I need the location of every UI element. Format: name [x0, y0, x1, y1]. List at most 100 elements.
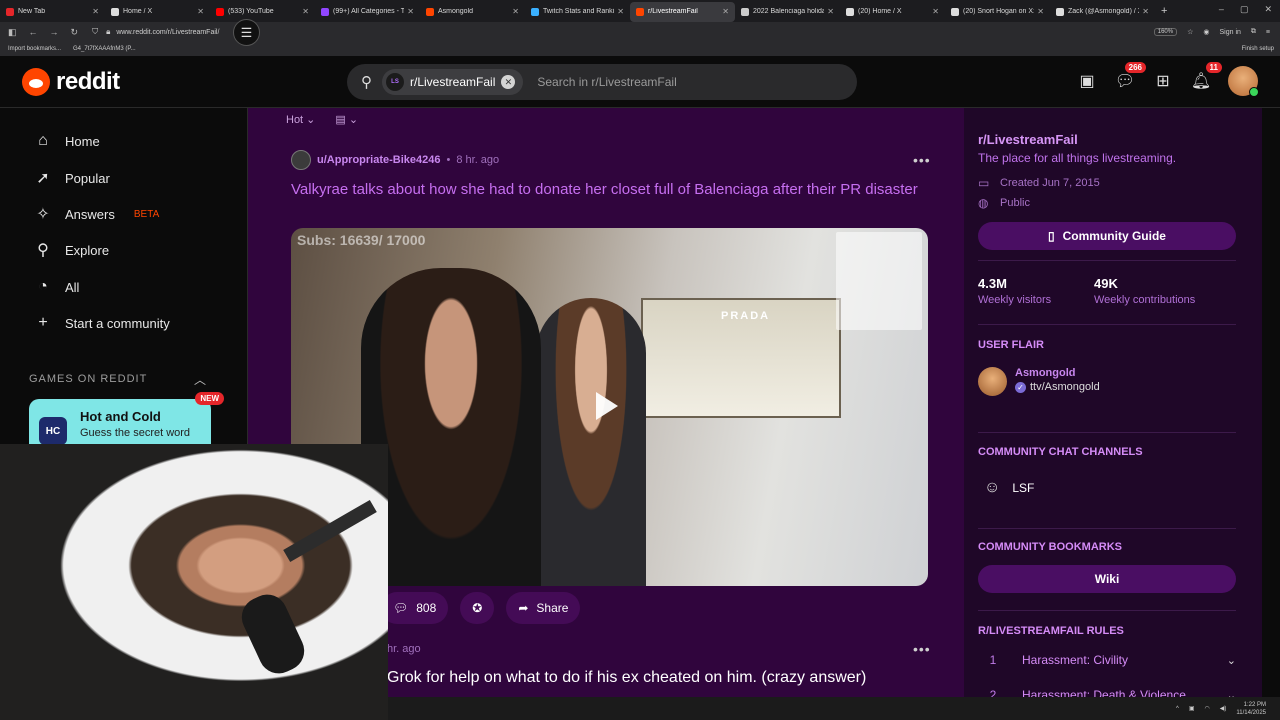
notification-badge: 11 [1205, 62, 1222, 73]
close-tab-icon[interactable]: ✕ [1142, 7, 1149, 16]
new-tab-button[interactable]: + [1161, 5, 1167, 17]
more-options-icon[interactable]: ••• [913, 152, 931, 168]
popular-icon: ➚ [36, 170, 50, 187]
browser-tab[interactable]: (99+) All Categories - Twitch✕ [315, 2, 420, 22]
chat-channel-item[interactable]: ☺ LSF [984, 479, 1034, 497]
back-icon[interactable]: ← [29, 27, 38, 38]
community-name[interactable]: r/LivestreamFail [978, 132, 1078, 147]
wiki-button[interactable]: Wiki [978, 565, 1236, 593]
user-avatar[interactable] [1228, 66, 1259, 97]
tab-favicon-icon [951, 7, 959, 16]
view-toggle-icon[interactable]: ▤ ⌄ [335, 113, 358, 126]
finish-setup-link[interactable]: Finish setup [1242, 46, 1274, 52]
forward-icon[interactable]: → [50, 27, 59, 38]
extensions-icon[interactable]: ⧉ [1251, 28, 1256, 36]
browser-tab[interactable]: (20) Snort Hogan on X: "W✕ [945, 2, 1050, 22]
award-button[interactable]: ✪ [460, 592, 495, 624]
browser-tab[interactable]: (533) YouTube ✕ [210, 2, 315, 22]
sort-dropdown[interactable]: Hot ⌄ [286, 113, 315, 126]
nav-item-home[interactable]: ⌂ Home [34, 132, 100, 150]
play-icon[interactable] [596, 392, 618, 420]
volume-icon[interactable]: ◀) [1220, 705, 1227, 712]
bookmark-item[interactable]: G4_7t7fXAAAfnM3 (P... [73, 46, 136, 52]
sub-goal-overlay: Subs: 16639/ 17000 [297, 232, 426, 248]
chevron-down-icon[interactable]: ⌄ [1227, 654, 1236, 667]
post-author[interactable]: u/Appropriate-Bike4246 [317, 154, 440, 166]
author-avatar[interactable] [291, 150, 311, 170]
home-icon: ⌂ [38, 132, 48, 149]
browser-tab[interactable]: Zack (@Asmongold) / X ✕ [1050, 2, 1155, 22]
nav-item-popular[interactable]: ➚ Popular [34, 169, 110, 187]
create-post-icon[interactable]: ⊞ [1152, 70, 1174, 92]
reload-icon[interactable]: ↻ [71, 27, 79, 38]
browser-tab[interactable]: 2022 Balenciaga holiday ad✕ [735, 2, 840, 22]
reddit-logo[interactable]: reddit [22, 68, 120, 96]
close-window-icon[interactable]: ✕ [1264, 4, 1272, 15]
search-community-chip[interactable]: LS r/LivestreamFail ✕ [382, 69, 524, 95]
tab-favicon-icon [426, 7, 434, 16]
shield-icon[interactable]: ⛉ [92, 27, 98, 37]
nav-item-all[interactable]: ◔ All [34, 278, 79, 296]
browser-tab[interactable]: Asmongold ✕ [420, 2, 525, 22]
share-button[interactable]: ➦ Share [506, 592, 581, 624]
more-options-icon[interactable]: ••• [913, 641, 931, 657]
post2-title[interactable]: Grok for help on what to do if his ex ch… [387, 669, 866, 687]
close-tab-icon[interactable]: ✕ [617, 7, 624, 16]
page-scrollbar[interactable] [1262, 108, 1280, 720]
bookmark-star-icon[interactable]: ☆ [1187, 28, 1193, 36]
tab-favicon-icon [531, 7, 539, 16]
rules-heading: R/LIVESTREAMFAIL RULES [978, 625, 1124, 637]
tray-icon[interactable]: ▣ [1189, 705, 1195, 712]
browser-tab[interactable]: r/LivestreamFail ✕ [630, 1, 735, 22]
close-tab-icon[interactable]: ✕ [197, 7, 204, 16]
close-tab-icon[interactable]: ✕ [302, 7, 309, 16]
maximize-icon[interactable]: ▢ [1240, 4, 1249, 15]
tab-favicon-icon [321, 7, 329, 16]
url-field[interactable]: www.reddit.com/r/LivestreamFail/ [116, 29, 219, 36]
award-icon: ✪ [472, 601, 483, 615]
tray-chevron-icon[interactable]: ^ [1176, 706, 1179, 712]
close-tab-icon[interactable]: ✕ [407, 7, 414, 16]
tab-favicon-icon [111, 7, 119, 16]
search-bar[interactable]: ⚲ LS r/LivestreamFail ✕ Search in r/Live… [347, 64, 857, 100]
flair-avatar [978, 367, 1007, 396]
comments-button[interactable]: 💬︎ 808 [381, 592, 449, 624]
nav-item-start-a-community[interactable]: + Start a community [34, 314, 169, 332]
zoom-level[interactable]: 160% [1153, 28, 1178, 36]
browser-tab[interactable]: Twitch Stats and Rankings✕ [525, 2, 630, 22]
sidebar-toggle-icon[interactable]: ◧ [8, 27, 17, 38]
close-tab-icon[interactable]: ✕ [722, 7, 729, 16]
clear-chip-icon[interactable]: ✕ [501, 75, 516, 89]
close-tab-icon[interactable]: ✕ [932, 7, 939, 16]
sign-in-link[interactable]: Sign in [1220, 29, 1241, 36]
cake-icon: ▭ [978, 176, 990, 190]
lock-icon[interactable]: 🔒︎ [106, 27, 110, 37]
post-title[interactable]: Valkyrae talks about how she had to dona… [291, 179, 936, 200]
taskbar-clock[interactable]: 1:22 PM 11/14/2025 [1236, 701, 1266, 717]
bookmark-import[interactable]: Import bookmarks... [8, 46, 61, 52]
community-guide-button[interactable]: ▯ Community Guide [978, 222, 1236, 250]
menu-icon[interactable]: ≡ [1266, 29, 1270, 36]
nav-item-answers[interactable]: ✧ Answers BETA [34, 205, 159, 223]
clock-time: 1:22 PM [1243, 701, 1266, 708]
close-tab-icon[interactable]: ✕ [1037, 7, 1044, 16]
browser-tab[interactable]: New Tab ✕ [0, 2, 105, 22]
browser-tab[interactable]: Home / X ✕ [105, 2, 210, 22]
close-tab-icon[interactable]: ✕ [512, 7, 519, 16]
close-tab-icon[interactable]: ✕ [92, 7, 99, 16]
chevron-up-icon[interactable]: ︿ [194, 371, 206, 388]
search-input[interactable]: Search in r/LivestreamFail [537, 75, 676, 89]
chat-icon[interactable]: 💬︎ 266 [1114, 62, 1146, 92]
nav-controls: ◧ ← → ↻ [8, 27, 78, 38]
network-icon[interactable]: ◠ [1205, 705, 1210, 712]
minimize-icon[interactable]: – [1219, 4, 1224, 15]
user-flair[interactable]: Asmongold ✓ ttv/Asmongold [978, 367, 1100, 396]
reddit-header: reddit ⚲ LS r/LivestreamFail ✕ Search in… [0, 56, 1280, 108]
advertise-icon[interactable]: ▣ [1076, 70, 1098, 92]
rule-item[interactable]: 1 Harassment: Civility ⌄ [978, 653, 1236, 667]
nav-item-explore[interactable]: ⚲ Explore [34, 241, 109, 259]
notifications-icon[interactable]: 🔔︎ 11 [1190, 62, 1222, 92]
close-tab-icon[interactable]: ✕ [827, 7, 834, 16]
browser-tab[interactable]: (20) Home / X ✕ [840, 2, 945, 22]
collapse-nav-button[interactable]: ☰ [233, 19, 260, 46]
